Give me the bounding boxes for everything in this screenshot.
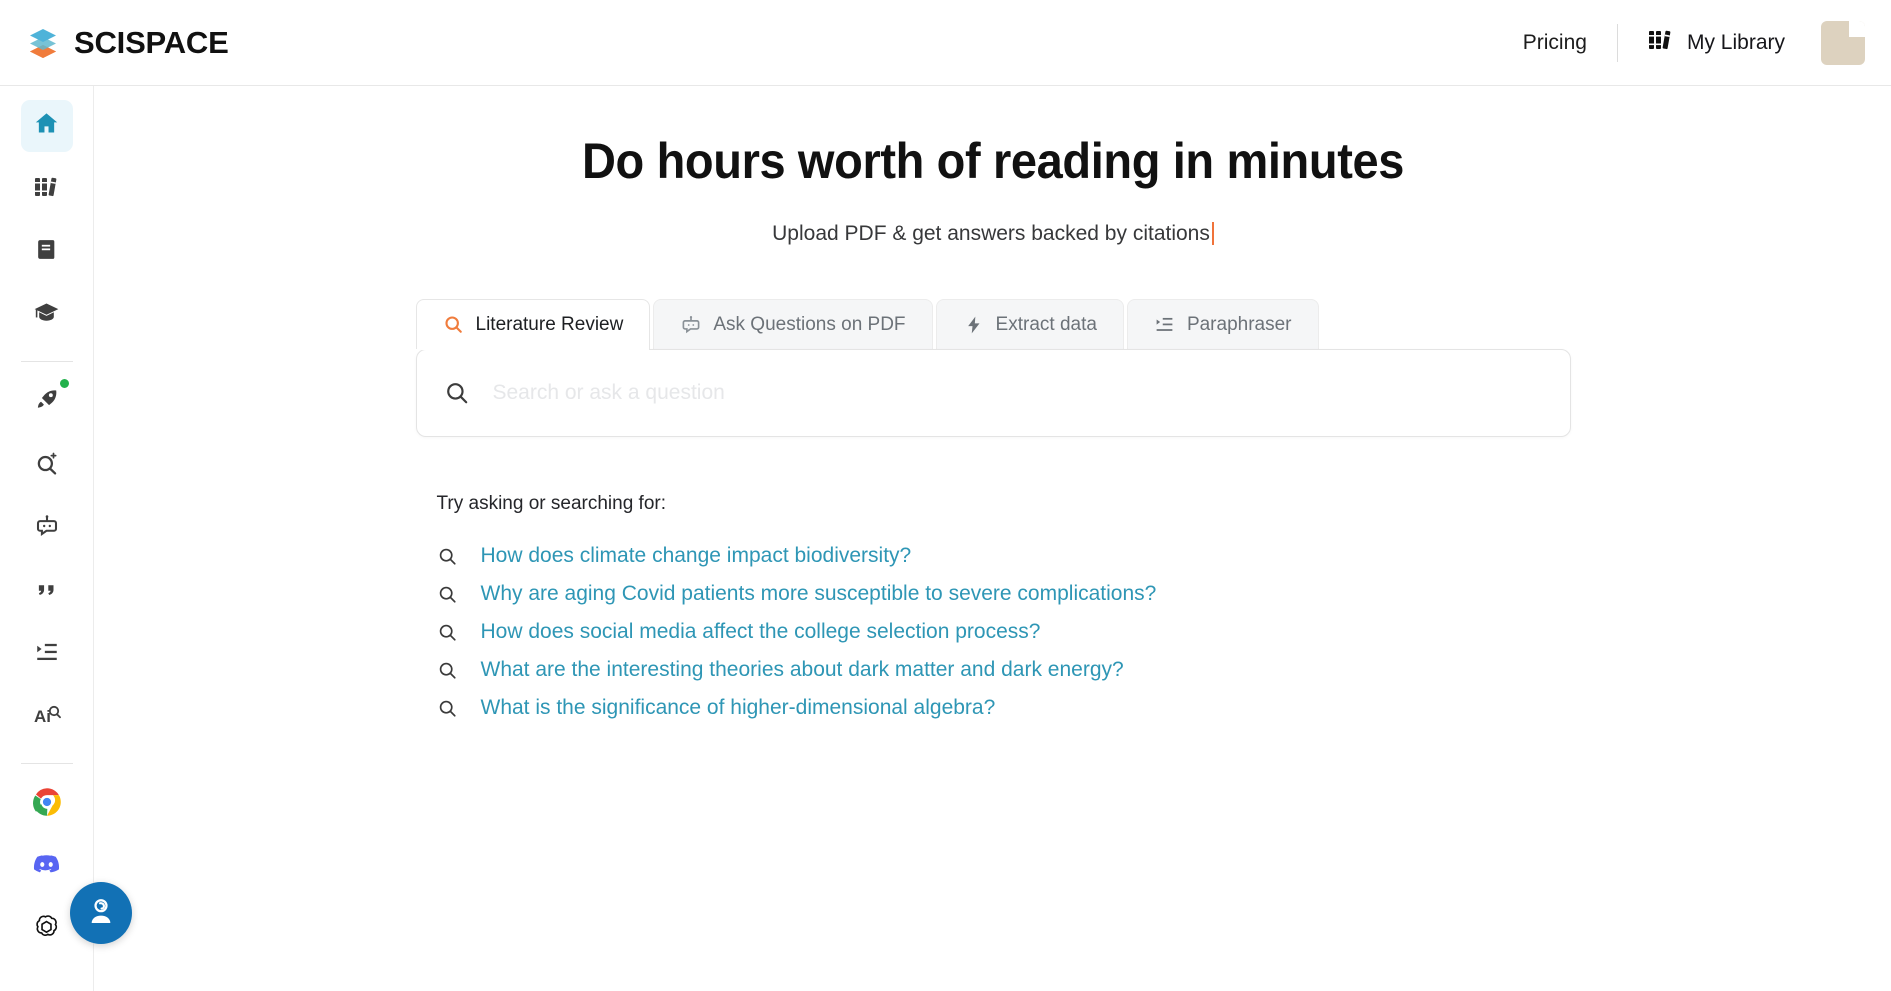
svg-text:Ai: Ai	[34, 707, 51, 726]
tab-label: Literature Review	[475, 313, 624, 335]
chrome-icon	[32, 787, 62, 822]
my-library-label: My Library	[1686, 30, 1785, 54]
sidebar-item-ai-search[interactable]	[21, 439, 73, 491]
brand-logo[interactable]: SCISPACE	[26, 26, 229, 60]
search-icon	[437, 621, 459, 643]
suggestion-link[interactable]: How does social media affect the college…	[481, 620, 1041, 644]
pricing-link[interactable]: Pricing	[1497, 32, 1613, 53]
search-icon	[443, 314, 465, 336]
suggestions-section: Try asking or searching for: How does cl…	[416, 437, 1571, 727]
search-icon	[437, 583, 459, 605]
sidebar: Ai	[0, 86, 94, 991]
ai-detect-icon: Ai	[33, 702, 61, 733]
notification-badge	[58, 378, 70, 389]
support-chat-button[interactable]	[70, 882, 132, 944]
chat-bot-icon	[680, 314, 702, 336]
sidebar-item-citation[interactable]	[21, 565, 73, 617]
lightning-bolt-icon	[963, 314, 985, 336]
header-actions: Pricing My Library	[1497, 0, 1891, 85]
sidebar-item-home[interactable]	[20, 100, 73, 152]
magnifier-sparkle-icon	[34, 450, 60, 481]
sidebar-item-notebook[interactable]	[21, 226, 73, 278]
suggestion-link[interactable]: What is the significance of higher-dimen…	[481, 696, 996, 720]
avatar[interactable]	[1821, 20, 1865, 65]
search-box[interactable]	[415, 349, 1571, 437]
sidebar-divider-2	[20, 763, 73, 764]
indent-list-icon	[34, 639, 60, 670]
sidebar-item-scholar[interactable]	[21, 289, 73, 341]
brand-name: SCISPACE	[74, 25, 229, 60]
list-item[interactable]: How does climate change impact biodivers…	[416, 537, 1571, 575]
search-icon	[443, 379, 471, 407]
tab-ask-questions-on-pdf[interactable]: Ask Questions on PDF	[653, 299, 933, 349]
header-divider	[1616, 23, 1618, 62]
my-library-button[interactable]: My Library	[1622, 28, 1803, 57]
list-item[interactable]: What is the significance of higher-dimen…	[416, 689, 1571, 727]
home-icon	[33, 110, 60, 142]
suggestion-link[interactable]: Why are aging Covid patients more suscep…	[481, 582, 1157, 606]
search-icon	[437, 697, 459, 719]
sidebar-item-discord[interactable]	[21, 841, 73, 893]
list-item[interactable]: How does social media affect the college…	[416, 613, 1571, 651]
tab-extract-data[interactable]: Extract data	[935, 299, 1124, 349]
tab-label: Ask Questions on PDF	[713, 313, 906, 335]
typing-caret	[1211, 222, 1214, 245]
sidebar-item-ai-detector[interactable]: Ai	[21, 691, 73, 743]
sidebar-item-launch[interactable]	[21, 376, 73, 428]
chat-bot-icon	[34, 513, 60, 544]
discord-icon	[32, 850, 61, 884]
search-input[interactable]	[492, 381, 1544, 405]
layers-stack-icon	[26, 26, 60, 60]
books-icon	[34, 175, 60, 204]
suggestions-title: Try asking or searching for:	[436, 493, 667, 514]
book-icon	[34, 237, 59, 267]
tab-paraphraser[interactable]: Paraphraser	[1126, 299, 1319, 349]
app-header: SCISPACE Pricing My Library	[0, 0, 1891, 86]
page-title: Do hours worth of reading in minutes	[581, 133, 1405, 189]
page-subtitle: Upload PDF & get answers backed by citat…	[95, 222, 1891, 246]
tab-label: Paraphraser	[1186, 313, 1292, 335]
suggestion-link[interactable]: How does climate change impact biodivers…	[481, 544, 912, 568]
books-icon	[1648, 28, 1674, 57]
sidebar-item-chrome-extension[interactable]	[21, 778, 73, 830]
sidebar-item-openai[interactable]	[21, 904, 73, 956]
sidebar-item-paraphraser[interactable]	[21, 628, 73, 680]
tabs-row: Literature Review Ask Questions on PDF E…	[415, 299, 1571, 350]
quote-icon	[34, 576, 60, 607]
page-subtitle-text: Upload PDF & get answers backed by citat…	[772, 222, 1210, 245]
list-item[interactable]: Why are aging Covid patients more suscep…	[416, 575, 1571, 613]
tab-label: Extract data	[995, 313, 1097, 335]
tool-tabs: Literature Review Ask Questions on PDF E…	[415, 299, 1571, 350]
sidebar-divider	[20, 361, 73, 362]
support-agent-icon	[85, 895, 117, 932]
tab-literature-review[interactable]: Literature Review	[415, 299, 651, 350]
suggestion-link[interactable]: What are the interesting theories about …	[481, 658, 1124, 682]
openai-icon	[32, 913, 61, 947]
rocket-icon	[34, 387, 60, 418]
sidebar-item-library[interactable]	[21, 163, 73, 215]
indent-list-icon	[1154, 314, 1176, 336]
list-item[interactable]: What are the interesting theories about …	[416, 651, 1571, 689]
scispace-app: SCISPACE Pricing My Library Ai Do hours …	[0, 0, 1891, 991]
main-content: Do hours worth of reading in minutes Upl…	[95, 86, 1891, 991]
search-icon	[437, 659, 459, 681]
search-icon	[437, 545, 459, 567]
sidebar-item-chatbot[interactable]	[21, 502, 73, 554]
graduation-cap-icon	[33, 299, 60, 331]
